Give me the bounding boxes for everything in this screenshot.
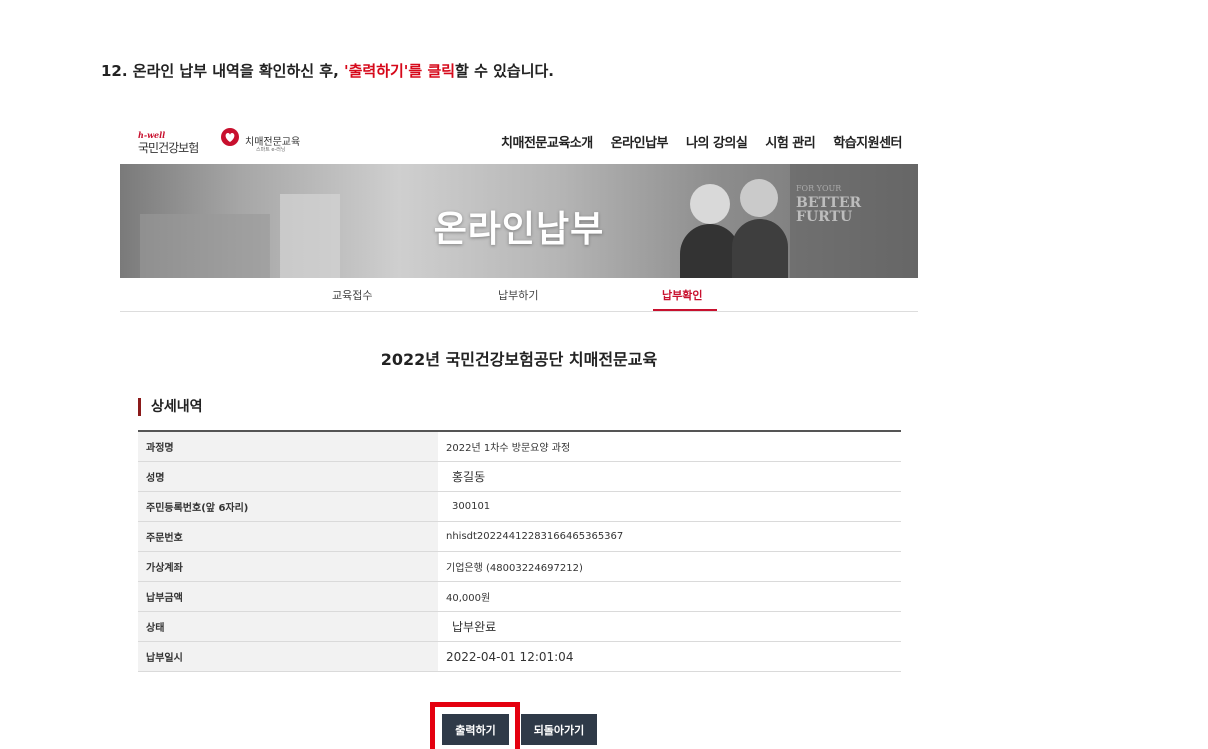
banner-bg-text-1: FOR YOUR [796, 184, 842, 193]
row-value: 2022년 1차수 방문요양 과정 [446, 443, 571, 454]
subnav-item-pay[interactable]: 납부하기 [498, 287, 538, 303]
heart-logo-icon [221, 128, 239, 146]
row-label: 상태 [138, 612, 438, 641]
nav-item-intro[interactable]: 치매전문교육소개 [501, 132, 593, 151]
main-nav: 치매전문교육소개 온라인납부 나의 강의실 시험 관리 학습지원센터 [501, 132, 902, 151]
logo-nhis: 국민건강보험 [138, 141, 199, 155]
row-value: 40,000원 [446, 593, 491, 604]
table-row: 주문번호 nhisdt20224412283166465365367 [138, 522, 901, 552]
row-value: 기업은행 (48003224697212) [446, 563, 583, 574]
instruction-text: 12. 온라인 납부 내역을 확인하신 후, '출력하기'를 클릭할 수 있습니… [101, 60, 554, 81]
course-title: 2022년 국민건강보험공단 치매전문교육 [380, 350, 658, 369]
logo-program-sub: 스마트 e-러닝 [256, 147, 286, 153]
section-title: 상세내역 [138, 398, 203, 416]
table-row: 납부금액 40,000원 [138, 582, 901, 612]
nav-item-classroom[interactable]: 나의 강의실 [686, 132, 748, 151]
nav-item-payment[interactable]: 온라인납부 [611, 132, 669, 151]
row-label: 과정명 [138, 432, 438, 461]
row-label: 주민등록번호(앞 6자리) [138, 492, 438, 521]
instruction-highlight-print: '출력하기'를 [344, 62, 423, 80]
print-button[interactable]: 출력하기 [442, 714, 509, 745]
table-row: 가상계좌 기업은행 (48003224697212) [138, 552, 901, 582]
row-value: 300101 [452, 501, 491, 512]
row-label: 가상계좌 [138, 552, 438, 581]
table-row: 상태 납부완료 [138, 612, 901, 642]
banner-title: 온라인납부 [433, 209, 605, 250]
instruction-highlight-click: 클릭 [427, 62, 456, 80]
instruction-prefix: 12. 온라인 납부 내역을 확인하신 후, [101, 62, 345, 80]
site-logo[interactable]: h-well 국민건강보험 치매전문교육 스마트 e-러닝 [138, 124, 308, 158]
sub-nav: 교육접수 납부하기 납부확인 [120, 278, 918, 312]
table-row: 주민등록번호(앞 6자리) 300101 [138, 492, 901, 522]
row-value: nhisdt20224412283166465365367 [446, 531, 624, 542]
screenshot-frame: h-well 국민건강보험 치매전문교육 스마트 e-러닝 치매전문교육소개 온… [120, 118, 918, 749]
back-button[interactable]: 되돌아가기 [521, 714, 597, 745]
table-row: 과정명 2022년 1차수 방문요양 과정 [138, 432, 901, 462]
table-row: 성명 홍길동 [138, 462, 901, 492]
detail-table: 과정명 2022년 1차수 방문요양 과정 성명 홍길동 주민등록번호(앞 6자… [138, 430, 901, 672]
row-value: 홍길동 [452, 470, 486, 484]
row-label: 성명 [138, 462, 438, 491]
row-label: 납부일시 [138, 642, 438, 671]
row-value: 납부완료 [452, 620, 497, 634]
instruction-suffix: 할 수 있습니다. [455, 62, 554, 80]
nav-item-support[interactable]: 학습지원센터 [833, 132, 902, 151]
subnav-item-confirm[interactable]: 납부확인 [662, 287, 702, 303]
row-value: 2022-04-01 12:01:04 [446, 649, 574, 664]
top-header: h-well 국민건강보험 치매전문교육 스마트 e-러닝 치매전문교육소개 온… [120, 118, 918, 164]
nav-item-exam[interactable]: 시험 관리 [765, 132, 815, 151]
row-label: 납부금액 [138, 582, 438, 611]
subnav-item-registration[interactable]: 교육접수 [332, 287, 372, 303]
page-banner: FOR YOUR BETTER FURTU 온라인납부 [120, 164, 918, 278]
table-row: 납부일시 2022-04-01 12:01:04 [138, 642, 901, 672]
row-label: 주문번호 [138, 522, 438, 551]
subnav-active-indicator [653, 309, 717, 311]
